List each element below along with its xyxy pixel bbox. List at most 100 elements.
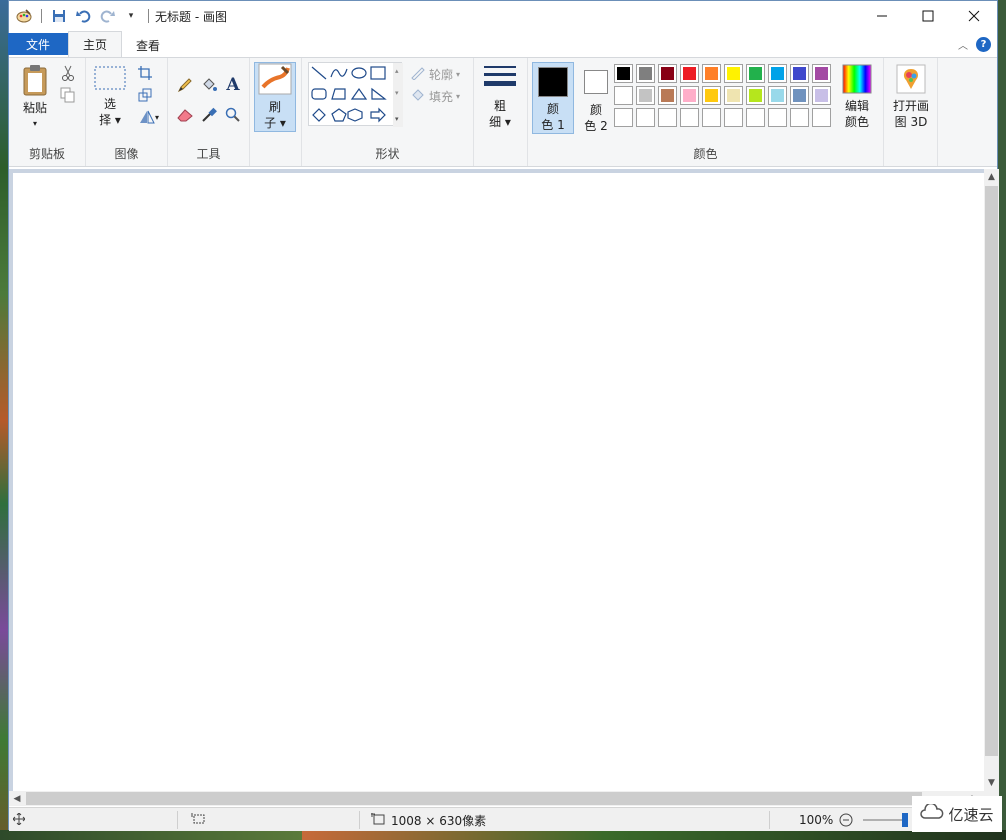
palette-swatch[interactable] — [658, 64, 677, 83]
tab-file[interactable]: 文件 — [8, 33, 69, 55]
paste-button[interactable]: 粘贴 ▾ — [15, 64, 55, 132]
qat-divider — [148, 9, 149, 23]
maximize-button[interactable] — [905, 1, 951, 31]
horizontal-scrollbar[interactable]: ◀ ▶ — [9, 791, 999, 806]
palette-swatch[interactable] — [614, 86, 633, 105]
brushes-label-2-text: 子 — [264, 116, 277, 130]
vertical-scrollbar[interactable]: ▲ ▼ — [984, 169, 999, 791]
rotate-icon[interactable]: ▾ — [136, 108, 162, 126]
palette-swatch[interactable] — [790, 64, 809, 83]
eraser-icon[interactable] — [176, 106, 194, 124]
size-button[interactable]: 粗 细 ▾ — [482, 64, 518, 130]
palette-swatch[interactable] — [724, 108, 743, 127]
palette-swatch[interactable] — [812, 108, 831, 127]
group-brushes: 刷 子 ▾ — [250, 58, 302, 166]
ribbon-tabs: 文件 主页 查看 ︿ ? — [8, 31, 997, 57]
fill-button[interactable]: 填充 ▾ — [410, 88, 460, 105]
palette-swatch[interactable] — [614, 64, 633, 83]
vertical-scroll-thumb[interactable] — [985, 186, 998, 756]
tab-view[interactable]: 查看 — [122, 33, 174, 57]
copy-icon[interactable] — [59, 86, 77, 104]
palette-swatch[interactable] — [746, 86, 765, 105]
open-paint3d-button[interactable]: 打开画 图 3D — [888, 64, 934, 130]
undo-icon[interactable] — [74, 7, 92, 25]
scroll-down-icon[interactable]: ▼ — [984, 775, 999, 791]
fill-bucket-icon[interactable] — [200, 76, 218, 94]
palette-swatch-color — [683, 67, 696, 80]
paint-app-icon[interactable] — [15, 7, 33, 25]
palette-swatch[interactable] — [768, 108, 787, 127]
minimize-button[interactable] — [859, 1, 905, 31]
palette-swatch[interactable] — [790, 86, 809, 105]
resize-icon[interactable] — [136, 86, 154, 104]
scroll-left-icon[interactable]: ◀ — [9, 791, 25, 806]
brush-icon — [258, 63, 292, 99]
color-picker-icon[interactable] — [200, 106, 218, 124]
palette-swatch[interactable] — [746, 64, 765, 83]
brushes-button[interactable]: 刷 子 ▾ — [254, 62, 296, 132]
edit-colors-button[interactable]: 编辑 颜色 — [836, 64, 878, 130]
tab-home[interactable]: 主页 — [68, 31, 123, 57]
palette-swatch[interactable] — [680, 64, 699, 83]
zoom-out-button[interactable] — [839, 808, 853, 832]
palette-swatch-color — [749, 67, 762, 80]
palette-swatch[interactable] — [658, 86, 677, 105]
palette-swatch[interactable] — [702, 108, 721, 127]
size-label-1: 粗 — [493, 99, 506, 113]
status-divider — [359, 811, 360, 829]
save-icon[interactable] — [50, 7, 68, 25]
redo-icon[interactable] — [98, 7, 116, 25]
status-bar: 1008 × 630像素 100% — [9, 807, 999, 831]
zoom-slider-thumb[interactable] — [902, 813, 908, 827]
canvas-size-text: 1008 × 630像素 — [391, 813, 487, 828]
brushes-label-2: 子 ▾ — [264, 116, 286, 130]
palette-swatch[interactable] — [636, 108, 655, 127]
customize-qat-icon[interactable]: ▾ — [122, 7, 140, 25]
window-title: 无标题 - 画图 — [155, 9, 227, 24]
palette-swatch[interactable] — [768, 64, 787, 83]
color2-button[interactable]: 颜 色 2 — [578, 62, 614, 134]
shapes-gallery[interactable]: ▴ ▾ ▾ — [308, 62, 403, 127]
cut-icon[interactable] — [59, 64, 77, 82]
text-icon[interactable]: A — [224, 75, 242, 95]
palette-swatch[interactable] — [636, 64, 655, 83]
scroll-up-icon[interactable]: ▲ — [984, 169, 999, 185]
color1-button[interactable]: 颜 色 1 — [532, 62, 574, 134]
palette-swatch[interactable] — [724, 86, 743, 105]
palette-swatch[interactable] — [790, 108, 809, 127]
line-width-icon — [484, 64, 516, 98]
palette-swatch[interactable] — [702, 86, 721, 105]
crop-icon[interactable] — [136, 64, 154, 82]
zoom-slider-track[interactable] — [863, 819, 903, 821]
palette-swatch[interactable] — [658, 108, 677, 127]
select-button[interactable]: 选 择 ▾ — [92, 66, 128, 128]
palette-swatch[interactable] — [614, 108, 633, 127]
palette-swatch-color — [617, 89, 630, 102]
magnifier-icon[interactable] — [224, 106, 242, 124]
colors-group-label: 颜色 — [693, 147, 718, 161]
edit-colors-label-1: 编辑 — [844, 99, 869, 113]
group-paint3d: 打开画 图 3D — [884, 58, 938, 166]
collapse-ribbon-icon[interactable]: ︿ — [958, 37, 968, 52]
close-button[interactable] — [951, 1, 997, 31]
clipboard-icon — [21, 64, 49, 100]
tools-group-label: 工具 — [196, 147, 221, 161]
palette-swatch[interactable] — [768, 86, 787, 105]
palette-swatch[interactable] — [812, 86, 831, 105]
palette-swatch[interactable] — [680, 108, 699, 127]
palette-swatch[interactable] — [702, 64, 721, 83]
palette-swatch[interactable] — [746, 108, 765, 127]
palette-swatch[interactable] — [636, 86, 655, 105]
paste-label: 粘贴 — [22, 101, 47, 115]
help-icon[interactable]: ? — [976, 37, 991, 52]
status-divider — [177, 811, 178, 829]
drawing-canvas[interactable] — [13, 173, 984, 791]
chevron-down-icon: ▾ — [456, 70, 461, 79]
color1-label-1: 颜 — [546, 102, 559, 116]
horizontal-scroll-thumb[interactable] — [26, 792, 922, 805]
palette-swatch[interactable] — [680, 86, 699, 105]
pencil-icon[interactable] — [176, 76, 194, 94]
outline-button[interactable]: 轮廓 ▾ — [410, 66, 460, 83]
palette-swatch[interactable] — [724, 64, 743, 83]
palette-swatch[interactable] — [812, 64, 831, 83]
